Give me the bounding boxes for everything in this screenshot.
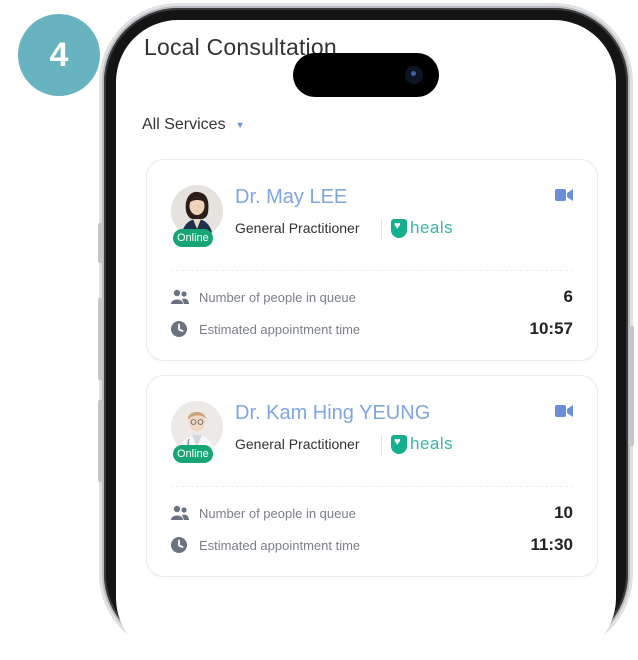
dynamic-island [293, 53, 439, 97]
dashed-divider [171, 486, 573, 487]
online-status-badge: Online [173, 445, 213, 463]
doctor-specialty: General Practitioner [235, 220, 360, 236]
people-icon [171, 504, 189, 522]
heals-brand-text: heals [410, 218, 454, 237]
step-number-badge: 4 [18, 14, 100, 96]
online-status-badge: Online [173, 229, 213, 247]
heals-shield-icon [391, 434, 407, 454]
dashed-divider [171, 270, 573, 271]
queue-label: Number of people in queue [199, 289, 356, 305]
queue-count: 10 [554, 503, 573, 522]
queue-row: Number of people in queue 6 [171, 286, 573, 308]
phone-power-button [629, 326, 634, 446]
queue-label: Number of people in queue [199, 505, 356, 521]
phone-frame: Local Consultation All Services ▼ Online [98, 8, 634, 660]
appointment-time-label: Estimated appointment time [199, 321, 361, 337]
separator [381, 435, 382, 455]
phone-action-button [98, 223, 103, 263]
appointment-time-value: 10:57 [529, 319, 573, 338]
video-call-icon[interactable] [555, 404, 573, 422]
heals-shield-icon [391, 218, 407, 238]
queue-count: 6 [563, 287, 573, 306]
appointment-time-row: Estimated appointment time 11:30 [171, 534, 573, 556]
clock-icon [171, 536, 189, 554]
caret-down-icon: ▼ [235, 120, 245, 130]
service-filter-dropdown[interactable]: All Services ▼ [142, 116, 245, 134]
phone-screen: Local Consultation All Services ▼ Online [116, 20, 616, 660]
appointment-time-label: Estimated appointment time [199, 537, 361, 553]
doctor-name[interactable]: Dr. May LEE [235, 186, 347, 209]
phone-volume-down-button [98, 400, 103, 482]
heals-brand-logo: heals [391, 434, 453, 454]
doctor-card[interactable]: Online Dr. May LEE General Practitioner … [146, 159, 598, 361]
appointment-time-value: 11:30 [530, 535, 573, 554]
video-call-icon[interactable] [555, 188, 573, 206]
phone-volume-up-button [98, 298, 103, 380]
appointment-time-row: Estimated appointment time 10:57 [171, 318, 573, 340]
doctor-specialty: General Practitioner [235, 436, 360, 452]
doctor-name[interactable]: Dr. Kam Hing YEUNG [235, 402, 430, 425]
service-filter-label: All Services [142, 116, 226, 133]
doctor-card[interactable]: Online Dr. Kam Hing YEUNG General Practi… [146, 375, 598, 577]
clock-icon [171, 320, 189, 338]
front-camera-icon [405, 66, 423, 84]
separator [381, 219, 382, 239]
queue-row: Number of people in queue 10 [171, 502, 573, 524]
heals-brand-logo: heals [391, 218, 453, 238]
heals-brand-text: heals [410, 434, 454, 453]
people-icon [171, 288, 189, 306]
